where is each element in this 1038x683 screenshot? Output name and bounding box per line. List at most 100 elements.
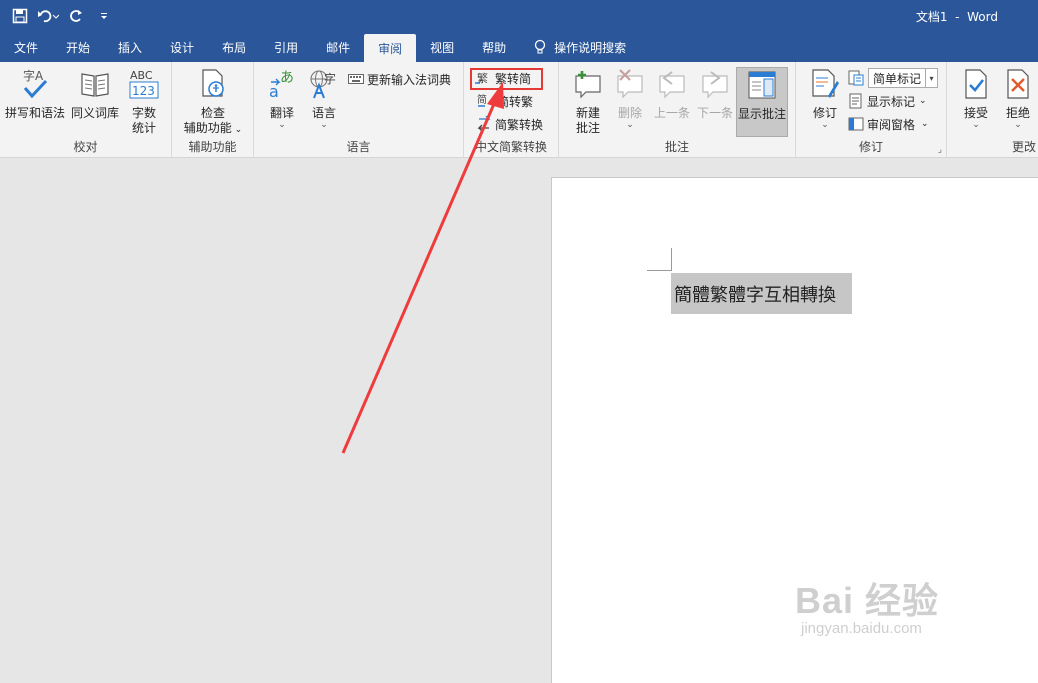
track-changes-button[interactable]: 修订 ⌄ xyxy=(806,68,844,130)
tell-me-search[interactable]: 操作说明搜索 xyxy=(520,32,640,62)
undo-icon[interactable] xyxy=(36,6,60,26)
show-comments-label: 显示批注 xyxy=(737,107,786,121)
svg-text:123: 123 xyxy=(132,84,155,98)
show-markup-label: 显示标记 xyxy=(867,94,916,109)
group-accessibility-label: 辅助功能 xyxy=(188,140,237,154)
dialog-launcher-icon[interactable]: ⌟ xyxy=(938,145,942,155)
tab-layout[interactable]: 布局 xyxy=(208,32,260,62)
group-changes-label: 更改 xyxy=(1012,140,1037,154)
markup-dropdown[interactable]: 简单标记 ▾ xyxy=(868,68,938,88)
ribbon-tabs: 文件 开始 插入 设计 布局 引用 邮件 审阅 视图 帮助 操作说明搜索 xyxy=(0,32,1038,62)
customize-icon[interactable] xyxy=(92,6,116,26)
delete-comment-label: 删除 xyxy=(617,106,642,120)
translate-label: 翻译 xyxy=(269,106,294,120)
language-label: 语言 xyxy=(311,106,336,120)
previous-comment-button[interactable]: 上一条 xyxy=(651,68,693,121)
next-comment-label: 下一条 xyxy=(696,106,733,120)
thesaurus-button[interactable]: 同义词库 xyxy=(68,68,122,121)
reject-button[interactable]: 拒绝 ⌄ xyxy=(999,68,1037,130)
tab-design[interactable]: 设计 xyxy=(156,32,208,62)
reject-icon xyxy=(999,68,1037,104)
language-button[interactable]: 字 语言 ⌄ xyxy=(304,68,344,130)
thesaurus-label: 同义词库 xyxy=(70,106,119,120)
keyboard-icon xyxy=(348,73,364,85)
group-language-label: 语言 xyxy=(346,140,371,154)
previous-comment-label: 上一条 xyxy=(653,106,690,120)
tab-view[interactable]: 视图 xyxy=(416,32,468,62)
update-ime-dictionary-button[interactable]: 更新输入法词典 xyxy=(348,69,451,89)
chevron-down-icon[interactable]: ▾ xyxy=(925,69,937,87)
reviewing-pane-icon xyxy=(848,116,864,132)
new-comment-label-1: 新建 xyxy=(575,106,600,120)
accept-icon xyxy=(957,68,995,104)
delete-comment-button[interactable]: 删除 ⌄ xyxy=(611,68,649,130)
tab-file[interactable]: 文件 xyxy=(0,32,52,62)
chevron-down-icon: ⌄ xyxy=(320,120,328,130)
translate-icon: あa xyxy=(262,68,302,104)
accept-label: 接受 xyxy=(963,106,988,120)
markup-view-selector[interactable] xyxy=(848,68,867,88)
watermark-main: Bai 经验 xyxy=(795,580,940,621)
group-proofing: 字A 拼写和语法 同义词库 ABC 123 字数 统计 校对 xyxy=(0,62,172,158)
conversion-icon xyxy=(476,116,492,132)
simplified-to-traditional-label: 简转繁 xyxy=(497,94,534,109)
spelling-grammar-label: 拼写和语法 xyxy=(4,106,65,120)
tab-home[interactable]: 开始 xyxy=(52,32,104,62)
delete-comment-icon xyxy=(611,68,649,104)
title-bar: 文档1 - Word xyxy=(0,0,1038,32)
chevron-down-icon: ⌄ xyxy=(1014,120,1022,130)
word-count-button[interactable]: ABC 123 字数 统计 xyxy=(124,68,164,136)
selected-text[interactable]: 簡體繁體字互相轉換 xyxy=(671,273,852,314)
reviewing-pane-label: 审阅窗格 xyxy=(867,117,916,132)
tab-help[interactable]: 帮助 xyxy=(468,32,520,62)
check-accessibility-label-2: 辅助功能 xyxy=(183,121,232,135)
simplified-to-traditional-icon: 简 xyxy=(476,93,494,109)
spelling-check-icon: 字A xyxy=(4,68,66,104)
check-accessibility-button[interactable]: 检查 辅助功能 ⌄ xyxy=(178,68,248,138)
svg-text:a: a xyxy=(269,82,279,100)
chinese-conversion-label: 简繁转换 xyxy=(495,117,544,132)
language-globe-icon: 字 xyxy=(304,68,344,104)
group-changes: 接受 ⌄ 拒绝 ⌄ 更改 xyxy=(947,62,1038,158)
accept-button[interactable]: 接受 ⌄ xyxy=(957,68,995,130)
markup-icon xyxy=(848,70,864,86)
redo-icon[interactable] xyxy=(64,6,88,26)
tab-insert[interactable]: 插入 xyxy=(104,32,156,62)
group-language: あa 翻译 ⌄ 字 语言 ⌄ 更新输入法词典 语言 xyxy=(254,62,464,158)
translate-button[interactable]: あa 翻译 ⌄ xyxy=(262,68,302,130)
chinese-conversion-button[interactable]: 简繁转换 xyxy=(476,114,543,134)
tab-references[interactable]: 引用 xyxy=(260,32,312,62)
reviewing-pane-button[interactable]: 审阅窗格 ⌄ xyxy=(848,114,929,134)
word-count-icon: ABC 123 xyxy=(124,68,164,104)
lightbulb-icon xyxy=(534,39,546,55)
tab-mailings[interactable]: 邮件 xyxy=(312,32,364,62)
spelling-grammar-button[interactable]: 字A 拼写和语法 xyxy=(4,68,66,121)
markup-dropdown-value: 简单标记 xyxy=(873,72,922,86)
new-comment-label-2: 批注 xyxy=(575,121,600,135)
tab-review[interactable]: 审阅 xyxy=(364,34,417,62)
baidu-watermark: Bai 经验 jingyan.baidu.com xyxy=(795,572,939,637)
group-tracking: 修订 ⌄ 简单标记 ▾ 显示标记 ⌄ 审阅窗格 ⌄ 修订 ⌟ xyxy=(796,62,947,158)
word-count-label-1: 字数 xyxy=(131,106,156,120)
group-accessibility: 检查 辅助功能 ⌄ 辅助功能 xyxy=(172,62,254,158)
watermark-sub: jingyan.baidu.com xyxy=(801,620,922,637)
simplified-to-traditional-button[interactable]: 简 简转繁 xyxy=(476,91,533,111)
word-count-label-2: 统计 xyxy=(131,121,156,135)
new-comment-button[interactable]: 新建 批注 xyxy=(567,68,609,136)
svg-text:简: 简 xyxy=(477,93,487,106)
reject-label: 拒绝 xyxy=(1005,106,1030,120)
update-ime-dictionary-label: 更新输入法词典 xyxy=(367,72,452,87)
group-chinese-conversion: 繁 繁转简 简 简转繁 简繁转换 中文简繁转换 xyxy=(464,62,559,158)
show-comments-button[interactable]: 显示批注 xyxy=(736,67,788,137)
show-markup-button[interactable]: 显示标记 ⌄ xyxy=(848,91,927,111)
chevron-down-icon: ⌄ xyxy=(278,120,286,130)
show-comments-icon xyxy=(737,69,787,105)
track-changes-icon xyxy=(806,68,844,104)
chevron-down-icon: ⌄ xyxy=(921,119,929,129)
save-icon[interactable] xyxy=(8,6,32,26)
svg-text:あ: あ xyxy=(280,70,294,86)
next-comment-button[interactable]: 下一条 xyxy=(694,68,736,121)
tell-me-label: 操作说明搜索 xyxy=(554,40,627,55)
svg-text:字A: 字A xyxy=(23,68,44,83)
new-comment-icon xyxy=(567,68,609,104)
